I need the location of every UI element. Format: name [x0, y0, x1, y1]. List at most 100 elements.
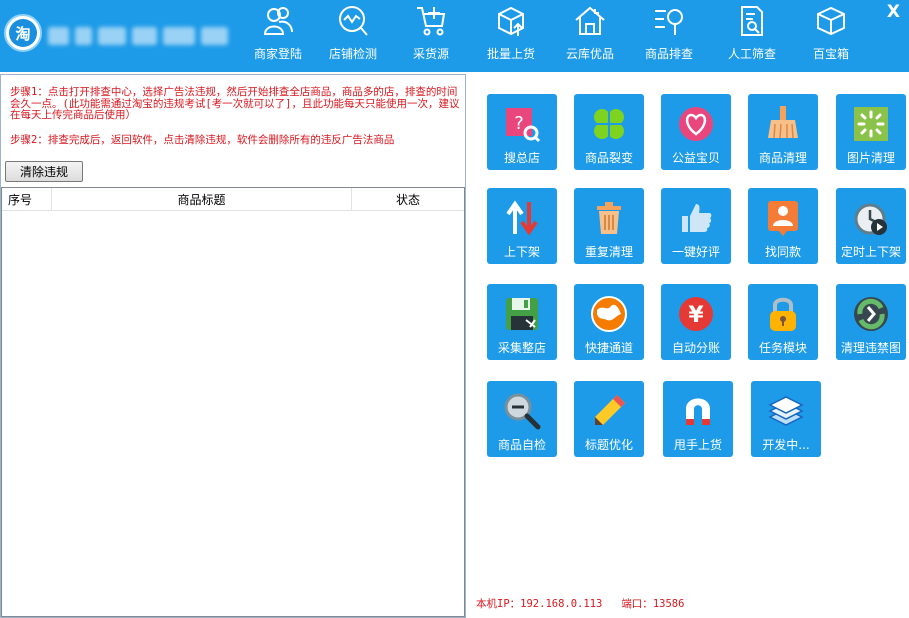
users-icon	[263, 7, 293, 35]
app-label: 开发中...	[762, 438, 810, 452]
app-product-self-check[interactable]: 商品自检	[487, 381, 557, 457]
app-search-shop[interactable]: ? 搜总店	[487, 94, 557, 170]
app-label: 找同款	[764, 245, 801, 259]
column-header-title[interactable]: 商品标题	[52, 188, 352, 210]
ip-label: 本机IP：	[476, 598, 521, 610]
cart-add-icon	[417, 7, 446, 36]
box-upload-icon	[498, 6, 524, 36]
nav-shop-check[interactable]: 店铺检测	[312, 4, 394, 68]
nav-batch-upload[interactable]: 批量上货	[470, 4, 552, 68]
heart-icon	[679, 107, 713, 141]
up-down-arrows-icon	[506, 200, 538, 236]
app-label: 采集整店	[497, 341, 546, 355]
magnet-icon	[686, 398, 710, 425]
magnifier-icon	[504, 393, 541, 430]
nav-label: 百宝箱	[812, 47, 849, 61]
nav-toolbox[interactable]: 百宝箱	[790, 4, 872, 68]
nav-label: 批量上货	[486, 47, 535, 61]
yuan-icon: ¥	[679, 297, 713, 331]
broom-icon	[768, 106, 798, 139]
app-charity-item[interactable]: 公益宝贝	[661, 94, 731, 170]
app-duplicate-clean[interactable]: 重复清理	[574, 188, 644, 264]
left-panel: 步骤1：点击打开排查中心，选择广告法违规，然后开始排查全店商品，商品多的店，排查…	[0, 74, 466, 618]
app-label: 商品自检	[497, 438, 546, 452]
close-button[interactable]: X	[887, 2, 900, 22]
thumbs-up-icon	[682, 204, 712, 232]
document-search-icon	[741, 6, 763, 36]
padlock-icon	[770, 297, 796, 331]
trash-icon	[597, 202, 621, 234]
port-value: 13586	[652, 598, 685, 610]
nav-manual-check[interactable]: 人工筛查	[711, 4, 793, 68]
cube-icon	[817, 6, 845, 36]
app-label: 上下架	[503, 245, 540, 259]
app-title-optimize[interactable]: 标题优化	[574, 381, 644, 457]
app-auto-split[interactable]: ¥ 自动分账	[661, 284, 731, 360]
top-toolbar: 淘 商家登陆 店铺检测 采货源 批量上货 云库优品 商品排查 人工筛查 百宝箱 …	[0, 0, 909, 72]
app-quick-channel[interactable]: 快捷通道	[574, 284, 644, 360]
ip-value: 192.168.0.113	[520, 598, 603, 610]
pencil-icon	[595, 395, 625, 425]
app-label: 清理违禁图	[840, 341, 901, 355]
layers-icon	[768, 396, 804, 426]
app-product-split[interactable]: 商品裂变	[574, 94, 644, 170]
taobao-logo-icon: 淘	[9, 19, 37, 47]
shop-search-icon: ?	[506, 108, 541, 143]
product-table[interactable]: 序号 商品标题 状态	[1, 187, 465, 617]
app-label: 任务模块	[758, 341, 807, 355]
svg-text:¥: ¥	[688, 303, 704, 328]
nav-cloud-products[interactable]: 云库优品	[549, 4, 631, 68]
app-one-click-review[interactable]: 一键好评	[661, 188, 731, 264]
svg-text:?: ?	[514, 113, 524, 134]
nav-label: 人工筛查	[727, 47, 776, 61]
clover-icon	[593, 108, 625, 140]
app-label: 定时上下架	[840, 245, 901, 259]
table-header: 序号 商品标题 状态	[2, 188, 464, 211]
app-image-clean[interactable]: 图片清理	[836, 94, 906, 170]
column-header-index[interactable]: 序号	[2, 188, 52, 210]
search-chart-icon	[339, 6, 368, 36]
nav-label: 采货源	[412, 47, 449, 61]
app-label: 标题优化	[584, 438, 633, 452]
image-clean-icon	[854, 107, 888, 141]
port-label: 端口：	[621, 598, 653, 610]
nav-label: 商家登陆	[253, 47, 302, 61]
app-list-delist[interactable]: 上下架	[487, 188, 557, 264]
app-label: 重复清理	[584, 245, 633, 259]
nav-merchant-login[interactable]: 商家登陆	[237, 4, 319, 68]
network-status: 本机IP：192.168.0.113 端口：13586	[476, 596, 684, 611]
floppy-disk-icon	[506, 298, 538, 330]
app-task-module[interactable]: 任务模块	[748, 284, 818, 360]
app-find-same[interactable]: 找同款	[748, 188, 818, 264]
app-collect-shop[interactable]: 采集整店	[487, 284, 557, 360]
globe-icon	[591, 296, 627, 332]
app-hands-free-upload[interactable]: 甩手上货	[663, 381, 733, 457]
app-label: 公益宝贝	[671, 151, 720, 165]
app-label: 甩手上货	[673, 438, 722, 452]
app-clean-banned-images[interactable]: 清理违禁图	[836, 284, 906, 360]
tools-panel: ? 搜总店 商品裂变 公益宝贝 商品清理 图片清理 上下架 重复清理 一键好评 …	[467, 74, 909, 618]
app-label: 商品裂变	[584, 151, 633, 165]
find-same-icon	[768, 201, 798, 236]
nav-product-check[interactable]: 商品排查	[628, 4, 710, 68]
blurred-shop-name	[48, 18, 229, 54]
alarm-clock-icon	[854, 203, 887, 235]
nav-label: 商品排查	[644, 47, 693, 61]
app-label: 图片清理	[846, 151, 895, 165]
app-label: 快捷通道	[584, 341, 633, 355]
clear-violations-button[interactable]: 清除违规	[5, 161, 83, 182]
app-label: 商品清理	[758, 151, 807, 165]
list-search-icon	[655, 9, 683, 35]
app-label: 搜总店	[503, 151, 540, 165]
app-label: 自动分账	[671, 341, 720, 355]
nav-source-goods[interactable]: 采货源	[390, 4, 472, 68]
house-icon	[575, 6, 605, 35]
app-label: 一键好评	[671, 245, 720, 259]
step2-text: 步骤2：排查完成后，返回软件，点击清除违规，软件会删除所有的违反广告法商品	[10, 134, 395, 146]
app-in-development[interactable]: 开发中...	[751, 381, 821, 457]
nav-label: 店铺检测	[328, 47, 377, 61]
app-product-clean[interactable]: 商品清理	[748, 94, 818, 170]
app-logo: 淘	[4, 14, 42, 52]
column-header-status[interactable]: 状态	[352, 188, 464, 210]
app-scheduled-listing[interactable]: 定时上下架	[836, 188, 906, 264]
